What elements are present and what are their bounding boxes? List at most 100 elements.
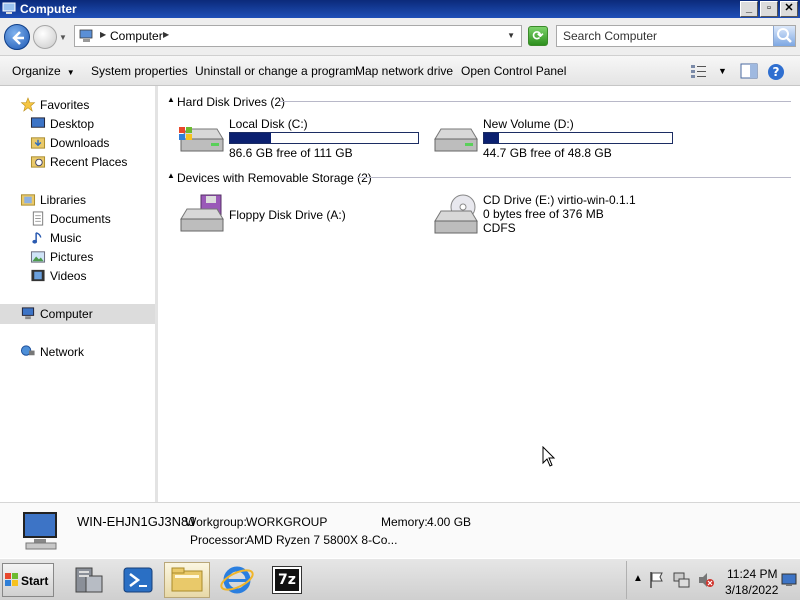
address-dropdown-icon[interactable]: ▼ xyxy=(507,31,515,40)
sidebar-label: Music xyxy=(50,231,82,245)
group-divider xyxy=(357,177,791,178)
drive-name: Floppy Disk Drive (A:) xyxy=(229,208,346,222)
address-bar[interactable]: ▶ Computer ▶ ▼ xyxy=(74,25,522,47)
uninstall-program-button[interactable]: Uninstall or change a program xyxy=(195,64,356,78)
computer-name: WIN-EHJN1GJ3N8J xyxy=(77,514,195,529)
sidebar-label: Desktop xyxy=(50,117,95,131)
clock-time[interactable]: 11:24 PM xyxy=(727,567,777,581)
videos-icon xyxy=(31,269,45,282)
svg-text:?: ? xyxy=(773,65,780,79)
preview-pane-icon[interactable] xyxy=(740,63,758,79)
search-placeholder: Search Computer xyxy=(563,29,658,43)
windows-logo-icon xyxy=(5,573,18,586)
workgroup-label: Workgroup: xyxy=(185,515,247,529)
show-desktop-icon[interactable] xyxy=(781,573,797,587)
network-icon xyxy=(20,345,35,356)
7zip-icon: 7z xyxy=(272,566,302,594)
drive-d[interactable]: New Volume (D:) 44.7 GB free of 48.8 GB xyxy=(431,117,681,162)
drive-c[interactable]: Local Disk (C:) 86.6 GB free of 111 GB xyxy=(177,117,427,162)
collapse-icon[interactable]: ▲ xyxy=(167,95,175,104)
computer-icon xyxy=(79,29,93,42)
refresh-button[interactable]: ⟳ xyxy=(528,26,548,46)
drive-free-space: 86.6 GB free of 111 GB xyxy=(229,146,353,160)
drive-free-space: 0 bytes free of 376 MB xyxy=(483,207,604,221)
content-pane: ▲ Hard Disk Drives (2) Local Disk (C:) 8… xyxy=(161,86,800,502)
group-label: Hard Disk Drives (2) xyxy=(177,95,286,109)
network-status-icon[interactable] xyxy=(673,571,691,589)
back-button[interactable] xyxy=(4,24,30,50)
taskbar-powershell[interactable] xyxy=(115,562,161,598)
mouse-cursor-icon xyxy=(542,446,556,467)
sidebar-label: Computer xyxy=(40,307,93,321)
minimize-button[interactable]: _ xyxy=(740,1,758,17)
taskbar-7zip[interactable]: 7z xyxy=(264,562,310,598)
group-header-removable[interactable]: ▲ Devices with Removable Storage (2) xyxy=(167,171,797,185)
window-title: Computer xyxy=(20,2,77,16)
volume-muted-icon[interactable] xyxy=(697,571,715,589)
details-pane: WIN-EHJN1GJ3N8J Workgroup: WORKGROUP Mem… xyxy=(0,502,800,558)
downloads-folder-icon xyxy=(30,137,46,149)
maximize-button[interactable]: ▫ xyxy=(760,1,778,17)
pictures-icon xyxy=(30,251,46,263)
processor-label: Processor: xyxy=(190,533,248,547)
history-dropdown-icon[interactable]: ▼ xyxy=(59,33,67,42)
memory-value: 4.00 GB xyxy=(427,515,472,529)
drive-name: CD Drive (E:) virtio-win-0.1.1 xyxy=(483,193,636,207)
server-manager-icon xyxy=(75,567,103,593)
folder-icon xyxy=(171,567,203,592)
help-icon[interactable]: ? xyxy=(767,63,785,81)
sidebar-label: Videos xyxy=(50,269,87,283)
computer-large-icon xyxy=(23,512,57,550)
hard-drive-icon xyxy=(434,128,478,152)
show-hidden-icons-icon[interactable]: ▲ xyxy=(633,573,643,584)
sidebar-label: Libraries xyxy=(40,193,87,207)
organize-button[interactable]: Organize ▼ xyxy=(12,64,75,78)
map-network-drive-button[interactable]: Map network drive xyxy=(355,64,453,78)
drive-usage-bar xyxy=(483,132,673,144)
processor-value: AMD Ryzen 7 5800X 8-Co... xyxy=(246,533,398,547)
collapse-icon[interactable]: ▲ xyxy=(167,171,175,180)
powershell-icon xyxy=(123,567,153,593)
taskbar-server-manager[interactable] xyxy=(66,562,112,598)
title-bar: Computer _ ▫ ✕ xyxy=(0,0,800,18)
sidebar-label: Network xyxy=(40,345,85,359)
group-header-hard-disks[interactable]: ▲ Hard Disk Drives (2) xyxy=(167,95,797,109)
sidebar-label: Favorites xyxy=(40,98,90,112)
system-properties-button[interactable]: System properties xyxy=(91,64,188,78)
open-control-panel-button[interactable]: Open Control Panel xyxy=(461,64,566,78)
group-divider xyxy=(279,101,791,102)
sidebar-label: Downloads xyxy=(50,136,110,150)
view-options-dropdown-icon[interactable]: ▼ xyxy=(718,66,727,76)
taskbar: Start 7z ▲ 11:24 PM 3/18/2022 xyxy=(0,558,800,600)
drive-a[interactable]: Floppy Disk Drive (A:) xyxy=(177,193,427,238)
sidebar-label: Documents xyxy=(50,212,111,226)
drive-usage-bar xyxy=(229,132,419,144)
close-button[interactable]: ✕ xyxy=(780,1,798,17)
floppy-drive-icon xyxy=(180,194,224,232)
workgroup-value: WORKGROUP xyxy=(246,515,328,529)
drive-e[interactable]: CD Drive (E:) virtio-win-0.1.1 0 bytes f… xyxy=(431,193,681,241)
search-icon xyxy=(777,28,792,43)
change-view-icon[interactable] xyxy=(690,63,708,79)
start-button[interactable]: Start xyxy=(2,563,54,597)
breadcrumb-separator-icon[interactable]: ▶ xyxy=(163,30,169,39)
action-center-flag-icon[interactable] xyxy=(649,571,665,589)
breadcrumb-separator-icon[interactable]: ▶ xyxy=(100,30,106,39)
clock-date[interactable]: 3/18/2022 xyxy=(725,583,778,597)
organize-label: Organize xyxy=(12,64,61,78)
taskbar-windows-explorer[interactable] xyxy=(164,562,210,598)
system-tray: ▲ 11:24 PM 3/18/2022 xyxy=(626,561,798,599)
start-label: Start xyxy=(21,574,49,588)
sidebar-label: Recent Places xyxy=(50,155,128,169)
libraries-icon xyxy=(20,194,36,206)
forward-button[interactable] xyxy=(33,25,57,49)
drive-usage-fill xyxy=(230,133,272,143)
search-button[interactable] xyxy=(773,26,795,46)
breadcrumb-computer[interactable]: Computer xyxy=(110,29,163,43)
address-row: ▼ ▶ Computer ▶ ▼ ⟳ Search Computer xyxy=(0,18,800,56)
taskbar-internet-explorer[interactable] xyxy=(214,562,260,598)
search-input[interactable]: Search Computer xyxy=(556,25,796,47)
chevron-down-icon: ▼ xyxy=(66,68,75,77)
sidebar-label: Pictures xyxy=(50,250,94,264)
drive-free-space: 44.7 GB free of 48.8 GB xyxy=(483,146,612,160)
